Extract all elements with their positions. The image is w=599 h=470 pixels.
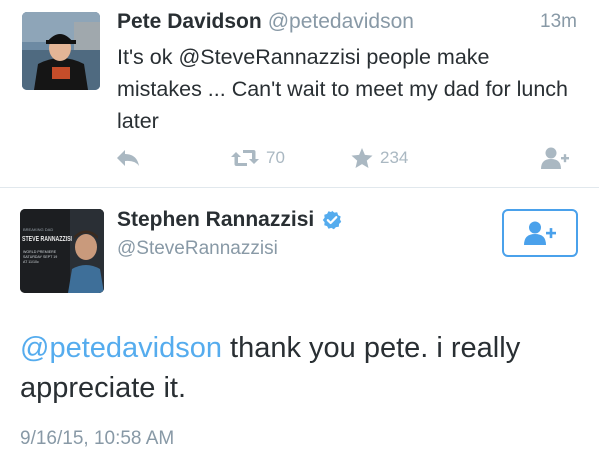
tweet-author[interactable]: Pete Davidson @petedavidson [117,10,414,34]
tweet-text: It's ok @SteveRannazzisi people make mis… [117,45,569,133]
tweet-text: @petedavidson thank you pete. i really a… [20,328,580,408]
avatar-day-text: SATURDAY SEPT 19 [23,255,57,259]
retweet-icon [231,150,259,166]
handle[interactable]: @petedavidson [268,10,414,33]
handle[interactable]: @SteveRannazzisi [117,238,278,260]
retweet-count: 70 [266,148,285,167]
add-user-icon [524,221,556,245]
follow-button[interactable] [502,209,578,257]
avatar-time-text: AT 11/10c [23,260,39,264]
tweet-actions: 70 234 [0,142,599,174]
avatar-image: BREAKING DAD STEVE RANNAZZISI WORLD PREM… [20,209,104,293]
avatar-image [22,12,100,90]
tweet-date[interactable]: 9/16/15, 10:58 AM [20,428,174,450]
avatar-premiere-text: WORLD PREMIERE [23,250,57,254]
verified-badge-icon [323,210,342,230]
tweet-author[interactable]: Stephen Rannazzisi [117,208,342,232]
timestamp[interactable]: 13m [540,11,577,33]
avatar[interactable]: BREAKING DAD STEVE RANNAZZISI WORLD PREM… [20,209,104,293]
tweet-pete-davidson[interactable]: Pete Davidson @petedavidson 13m It's ok @… [0,0,599,188]
reply-icon [117,150,139,166]
avatar[interactable] [22,12,100,90]
add-user-icon [541,147,569,169]
follow-button-small[interactable] [540,142,570,174]
star-icon [351,148,373,168]
display-name[interactable]: Pete Davidson [117,10,262,33]
retweet-button[interactable]: 70 [230,142,285,174]
avatar-title-text: STEVE RANNAZZISI [22,234,72,243]
reply-button[interactable] [115,142,141,174]
mention-link[interactable]: @petedavidson [20,332,222,364]
favorite-button[interactable]: 234 [350,142,408,174]
display-name[interactable]: Stephen Rannazzisi [117,208,314,232]
avatar-small-text: BREAKING DAD [23,227,53,232]
favorite-count: 234 [380,148,409,167]
